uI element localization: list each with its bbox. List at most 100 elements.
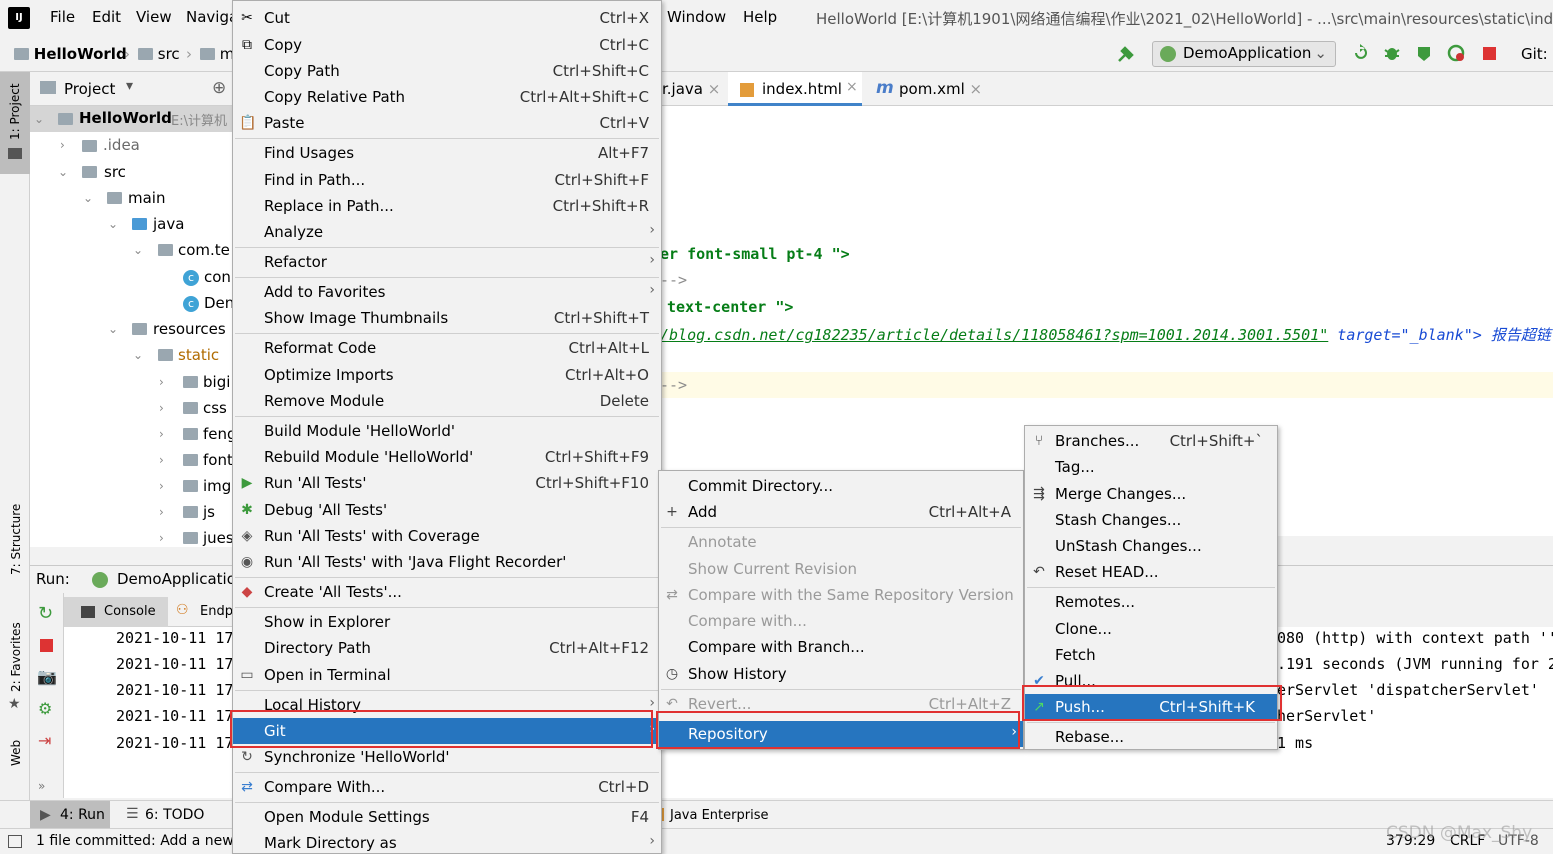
menu-item-open-module-settings[interactable]: Open Module Settings F4 [233,804,661,830]
menu-item-git[interactable]: Git › [233,718,661,744]
menu-item-create-all-tests[interactable]: ◆ Create 'All Tests'... [233,579,661,605]
run-tool-tab[interactable]: ▶ 4: Run [30,801,110,829]
tree-node-resources[interactable]: resources [153,320,226,338]
menu-item-optimize-imports[interactable]: Optimize Imports Ctrl+Alt+O [233,362,661,388]
tree-node-js[interactable]: js [203,503,215,521]
stop-icon[interactable] [40,639,53,652]
menu-item-run-with-coverage[interactable]: ◈ Run 'All Tests' with Coverage [233,523,661,549]
menu-item-annotate[interactable]: Annotate [659,529,1023,555]
close-icon[interactable]: × [708,80,721,98]
tree-node-idea[interactable]: .idea [103,136,140,154]
menu-item-push[interactable]: ↗ Push... Ctrl+Shift+K [1025,694,1277,720]
collapse-arrow-icon[interactable]: ⌄ [133,243,143,257]
menu-item-clone[interactable]: Clone... [1025,616,1277,642]
java-enterprise-tab[interactable]: Java Enterprise [670,808,768,823]
menu-navigate[interactable]: Naviga [186,8,238,26]
expand-arrow-icon[interactable]: › [159,531,164,545]
more-icon[interactable]: » [38,779,45,793]
menu-item-show-image-thumbnails[interactable]: Show Image Thumbnails Ctrl+Shift+T [233,305,661,331]
menu-item-compare-with[interactable]: Compare with... [659,608,1023,634]
menu-item-debug-all-tests[interactable]: ✱ Debug 'All Tests' [233,497,661,523]
close-icon[interactable]: × [970,80,983,98]
git-toolbar-label[interactable]: Git: [1521,45,1548,63]
menu-item-analyze[interactable]: Analyze › [233,219,661,245]
menu-item-cut[interactable]: ✂ Cut Ctrl+X [233,5,661,31]
locate-crosshair-icon[interactable]: ⊕ [212,78,226,98]
expand-arrow-icon[interactable]: › [159,453,164,467]
menu-item-pull[interactable]: ✔ Pull... [1025,668,1277,694]
toggle-panels-icon[interactable] [8,835,22,848]
menu-item-compare-with-branch[interactable]: Compare with Branch... [659,634,1023,660]
breadcrumb-main[interactable]: m [200,45,234,63]
rerun-icon[interactable] [1351,44,1369,62]
collapse-arrow-icon[interactable]: ⌄ [133,348,143,362]
menu-item-reset-head[interactable]: ↶ Reset HEAD... [1025,559,1277,585]
menu-item-copy[interactable]: ⧉ Copy Ctrl+C [233,32,661,58]
tree-node-font[interactable]: font [203,451,233,469]
build-hammer-icon[interactable] [1116,44,1136,64]
menu-item-replace-in-path[interactable]: Replace in Path... Ctrl+Shift+R [233,193,661,219]
expand-arrow-icon[interactable]: › [159,375,164,389]
menu-file[interactable]: File [50,8,75,26]
tab-controller-java[interactable]: r.java × [662,80,720,98]
menu-item-run-with-jfr[interactable]: ◉ Run 'All Tests' with 'Java Flight Recor… [233,549,661,575]
menu-item-find-usages[interactable]: Find Usages Alt+F7 [233,140,661,166]
menu-item-run-all-tests[interactable]: ▶ Run 'All Tests' Ctrl+Shift+F10 [233,470,661,496]
tree-node-bigi[interactable]: bigi [203,373,230,391]
menu-item-reformat-code[interactable]: Reformat Code Ctrl+Alt+L [233,335,661,361]
structure-tool-tab[interactable]: 7: Structure [9,504,23,575]
rerun-icon[interactable]: ↻ [38,603,53,624]
coverage-icon[interactable] [1415,44,1433,62]
endpoints-tab[interactable]: Endp [200,604,233,619]
menu-item-add[interactable]: + Add Ctrl+Alt+A [659,499,1023,525]
menu-item-show-in-explorer[interactable]: Show in Explorer [233,609,661,635]
expand-arrow-icon[interactable]: › [159,505,164,519]
expand-arrow-icon[interactable]: › [159,401,164,415]
menu-item-copy-relative-path[interactable]: Copy Relative Path Ctrl+Alt+Shift+C [233,84,661,110]
menu-item-remove-module[interactable]: Remove Module Delete [233,388,661,414]
console-tab[interactable]: Console [64,597,168,627]
collapse-arrow-icon[interactable]: ⌄ [108,322,118,336]
menu-item-mark-directory-as[interactable]: Mark Directory as › [233,830,661,854]
run-config-tab[interactable]: DemoApplicatio [117,570,236,588]
tree-node-src[interactable]: src [104,163,126,181]
menu-item-repository[interactable]: Repository › [659,721,1023,747]
menu-item-build-module[interactable]: Build Module 'HelloWorld' [233,418,661,444]
tree-node-img[interactable]: img [203,477,231,495]
menu-edit[interactable]: Edit [92,8,121,26]
menu-window[interactable]: Window [667,8,726,26]
menu-item-refactor[interactable]: Refactor › [233,249,661,275]
expand-arrow-icon[interactable]: › [159,427,164,441]
stop-icon[interactable] [1483,47,1496,60]
menu-item-compare-same-version[interactable]: ⇄ Compare with the Same Repository Versio… [659,582,1023,608]
profiler-icon[interactable] [1447,44,1465,62]
menu-item-unstash-changes[interactable]: UnStash Changes... [1025,533,1277,559]
menu-item-find-in-path[interactable]: Find in Path... Ctrl+Shift+F [233,167,661,193]
tab-pom-xml[interactable]: pom.xml × [899,80,982,98]
collapse-arrow-icon[interactable]: ⌄ [34,112,44,126]
menu-item-local-history[interactable]: Local History › [233,692,661,718]
menu-item-fetch[interactable]: Fetch [1025,642,1277,668]
debug-bug-icon[interactable] [1383,44,1401,62]
tree-node-java[interactable]: java [153,215,184,233]
menu-view[interactable]: View [136,8,172,26]
menu-item-compare-with[interactable]: ⇄ Compare With... Ctrl+D [233,774,661,800]
camera-icon[interactable]: 📷 [37,667,57,686]
menu-item-commit-directory[interactable]: Commit Directory... [659,473,1023,499]
tree-node-css[interactable]: css [203,399,227,417]
code-link[interactable]: /blog.csdn.net/cg182235/article/details/… [660,326,1328,344]
breadcrumb-project[interactable]: HelloWorld [14,45,127,63]
expand-arrow-icon[interactable]: › [159,479,164,493]
tree-node-package[interactable]: com.te [178,241,230,259]
menu-item-tag[interactable]: Tag... [1025,454,1277,480]
exit-icon[interactable]: ⇥ [38,731,51,750]
menu-item-revert[interactable]: ↶ Revert... Ctrl+Alt+Z [659,691,1023,717]
menu-item-directory-path[interactable]: Directory Path Ctrl+Alt+F12 [233,635,661,661]
menu-item-copy-path[interactable]: Copy Path Ctrl+Shift+C [233,58,661,84]
menu-item-rebase[interactable]: Rebase... [1025,724,1277,750]
chevron-down-icon[interactable]: ▾ [126,78,133,94]
project-tool-tab[interactable]: 1: Project [0,72,30,174]
collapse-arrow-icon[interactable]: ⌄ [108,217,118,231]
settings-gear-icon[interactable]: ⚙ [38,699,52,718]
menu-item-show-history[interactable]: ◷ Show History [659,661,1023,687]
